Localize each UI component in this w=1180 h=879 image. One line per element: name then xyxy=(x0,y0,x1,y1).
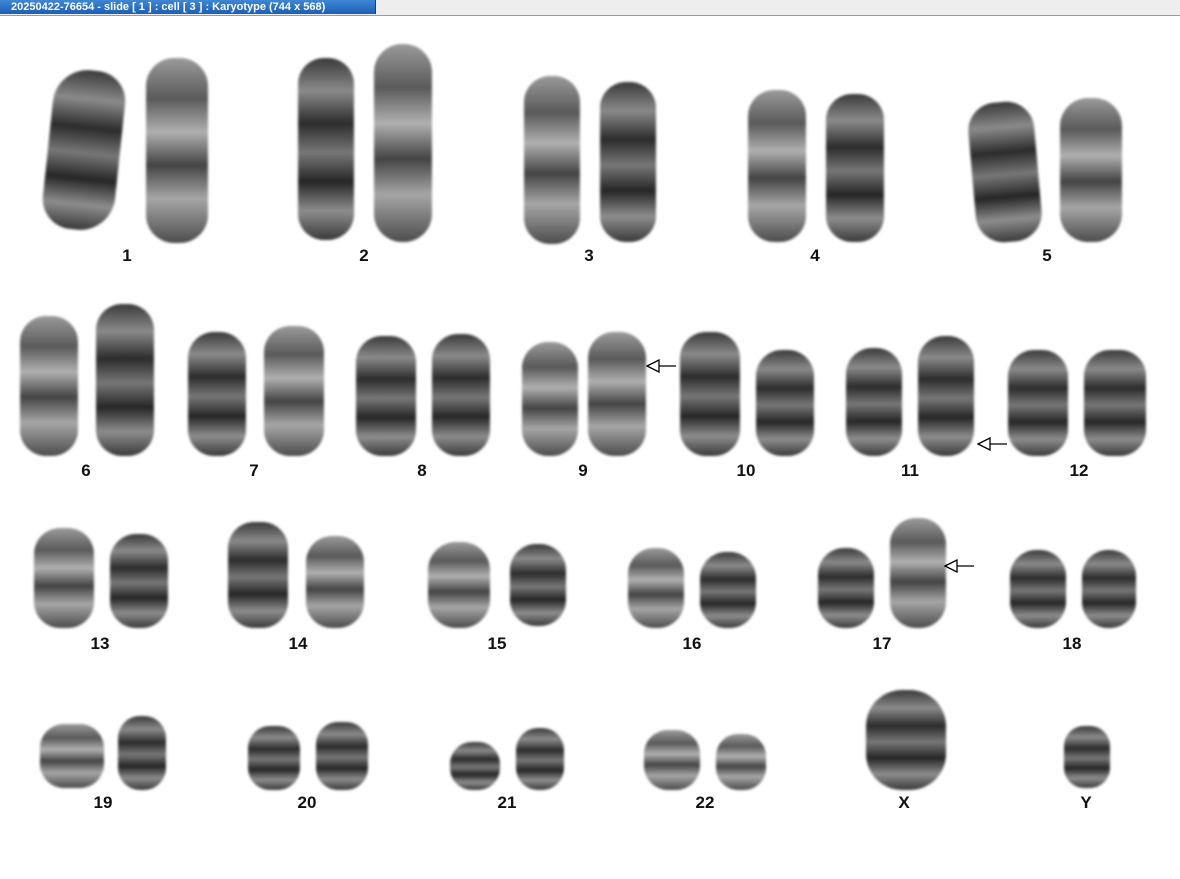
chromosome-9-b[interactable] xyxy=(588,332,646,456)
chromosome-8-a[interactable] xyxy=(356,336,416,456)
arrow-left-icon xyxy=(977,437,1007,451)
chromosome-label-10: 10 xyxy=(736,461,756,480)
chromosome-label-3: 3 xyxy=(584,246,594,265)
chromosome-1-a[interactable] xyxy=(39,66,129,234)
chromosome-y[interactable] xyxy=(1064,726,1110,788)
chromosome-7-a[interactable] xyxy=(188,332,246,456)
chromosome-13-a[interactable] xyxy=(34,528,94,628)
chromosome-5-a[interactable] xyxy=(966,99,1044,245)
chromosome-22-a[interactable] xyxy=(644,730,700,790)
chromosome-6-a[interactable] xyxy=(20,316,78,456)
chromosome-4-b[interactable] xyxy=(826,94,884,242)
chromosome-label-7: 7 xyxy=(249,461,259,480)
chromosome-16-b[interactable] xyxy=(700,552,756,628)
chromosome-16-a[interactable] xyxy=(628,548,684,628)
chromosome-label-12: 12 xyxy=(1069,461,1089,480)
title-bar: 20250422-76654 - slide [ 1 ] : cell [ 3 … xyxy=(0,0,1180,16)
karyotype-canvas: 1 2 3 4 5 6 7 8 9 10 11 12 13 14 15 16 1… xyxy=(0,16,1180,879)
chromosome-10-a[interactable] xyxy=(680,332,740,456)
chromosome-3-b[interactable] xyxy=(600,82,656,242)
chromosome-4-a[interactable] xyxy=(748,90,806,242)
chromosome-label-2: 2 xyxy=(359,246,369,265)
chromosome-label-19: 19 xyxy=(93,793,113,812)
chromosome-8-b[interactable] xyxy=(432,334,490,456)
chromosome-11-b[interactable] xyxy=(918,336,974,456)
chromosome-20-a[interactable] xyxy=(248,726,300,790)
chromosome-12-b[interactable] xyxy=(1084,350,1146,456)
chromosome-2-b[interactable] xyxy=(374,44,432,242)
chromosome-label-18: 18 xyxy=(1062,634,1082,653)
chromosome-10-b[interactable] xyxy=(756,350,814,456)
chromosome-label-11: 11 xyxy=(901,461,919,480)
chromosome-label-16: 16 xyxy=(682,634,702,653)
window-title: 20250422-76654 - slide [ 1 ] : cell [ 3 … xyxy=(11,1,326,13)
chromosome-1-b[interactable] xyxy=(146,58,208,243)
chromosome-21-a[interactable] xyxy=(450,742,500,790)
chromosome-label-y: Y xyxy=(1080,793,1092,812)
chromosome-19-b[interactable] xyxy=(118,716,166,790)
arrow-left-icon xyxy=(646,359,676,373)
chromosome-9-a[interactable] xyxy=(522,342,578,456)
chromosome-label-9: 9 xyxy=(578,461,588,480)
chromosome-13-b[interactable] xyxy=(110,534,168,628)
chromosome-17-a[interactable] xyxy=(818,548,874,628)
chromosome-label-22: 22 xyxy=(695,793,715,812)
chromosome-18-a[interactable] xyxy=(1010,550,1066,628)
chromosome-label-8: 8 xyxy=(417,461,427,480)
chromosome-label-21: 21 xyxy=(497,793,517,812)
chromosome-label-1: 1 xyxy=(122,246,132,265)
chromosome-5-b[interactable] xyxy=(1060,98,1122,242)
chromosome-label-4: 4 xyxy=(810,246,820,265)
chromosome-label-6: 6 xyxy=(81,461,91,480)
chromosome-3-a[interactable] xyxy=(524,76,580,244)
window-title-tab[interactable]: 20250422-76654 - slide [ 1 ] : cell [ 3 … xyxy=(0,0,376,14)
chromosome-11-a[interactable] xyxy=(846,348,902,456)
chromosome-label-13: 13 xyxy=(90,634,110,653)
chromosome-label-14: 14 xyxy=(288,634,308,653)
chromosome-15-b[interactable] xyxy=(510,544,566,626)
arrow-left-icon xyxy=(944,559,974,573)
chromosome-18-b[interactable] xyxy=(1082,550,1136,628)
chromosome-label-15: 15 xyxy=(487,634,507,653)
chromosome-17-b[interactable] xyxy=(890,518,946,628)
chromosome-14-a[interactable] xyxy=(228,522,288,628)
chromosome-label-5: 5 xyxy=(1042,246,1052,265)
chromosome-22-b[interactable] xyxy=(716,734,766,790)
chromosome-19-a[interactable] xyxy=(40,724,104,788)
chromosome-14-b[interactable] xyxy=(306,536,364,628)
chromosome-label-x: X xyxy=(898,793,910,812)
chromosome-6-b[interactable] xyxy=(96,304,154,456)
chromosome-15-a[interactable] xyxy=(428,542,490,628)
chromosome-12-a[interactable] xyxy=(1008,350,1068,456)
chromosome-label-20: 20 xyxy=(297,793,317,812)
chromosome-label-17: 17 xyxy=(872,634,892,653)
chromosome-x[interactable] xyxy=(866,690,946,790)
chromosome-21-b[interactable] xyxy=(516,728,564,790)
chromosome-2-a[interactable] xyxy=(298,58,354,240)
chromosome-20-b[interactable] xyxy=(316,722,368,790)
chromosome-7-b[interactable] xyxy=(264,326,324,456)
